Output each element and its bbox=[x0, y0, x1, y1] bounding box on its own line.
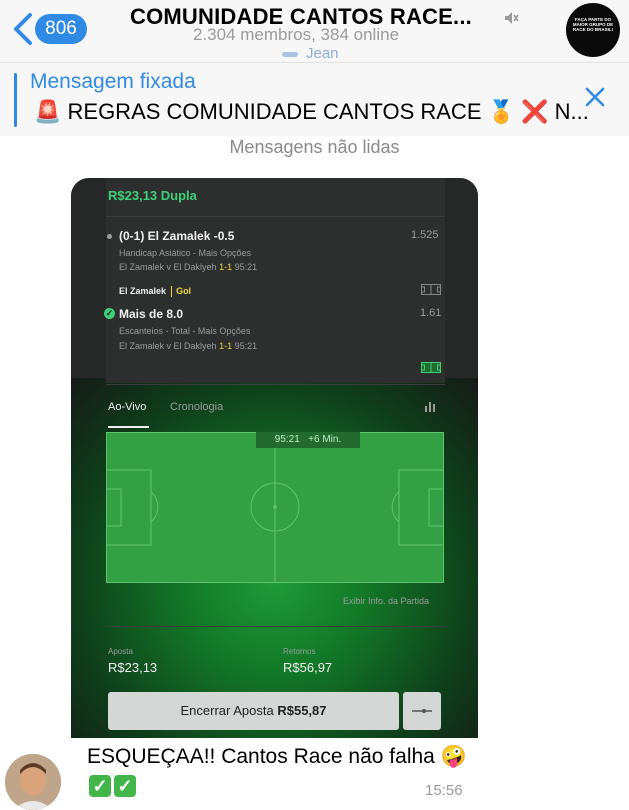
sel2-title: Mais de 8.0 bbox=[119, 307, 184, 321]
sel2-score: 1-1 bbox=[219, 341, 233, 351]
sel1-event-label: Gol bbox=[176, 286, 192, 296]
slider-icon bbox=[412, 709, 432, 713]
cashout-button[interactable]: Encerrar Aposta R$55,87 bbox=[108, 692, 399, 730]
divider bbox=[106, 384, 445, 385]
tab-ao-vivo[interactable]: Ao-Vivo bbox=[108, 401, 146, 413]
stake-label: Aposta bbox=[108, 647, 133, 656]
returns-value: R$56,97 bbox=[283, 660, 333, 675]
back-unread-badge[interactable]: 806 bbox=[35, 14, 87, 44]
typing-user: Jean bbox=[306, 45, 339, 62]
sel2-market: Escanteios - Total - Mais Opções bbox=[119, 326, 251, 336]
pinned-indicator bbox=[14, 73, 17, 127]
sel2-odds: 1.61 bbox=[420, 307, 442, 319]
check-emojis: ✓ ✓ bbox=[89, 775, 139, 797]
bet-card bbox=[106, 178, 445, 383]
bet-header: R$23,13 Dupla bbox=[108, 188, 197, 203]
sel1-teams: El Zamalek v El Daklyeh bbox=[119, 262, 217, 272]
edit-bet-button[interactable] bbox=[403, 692, 441, 730]
timer-added: +6 Min. bbox=[308, 434, 342, 445]
sel1-event: El Zamalek Gol bbox=[119, 286, 192, 298]
sel1-title: (0-1) El Zamalek -0.5 bbox=[119, 229, 235, 243]
cashout-label: Encerrar Aposta bbox=[180, 703, 274, 718]
unread-divider: Mensagens não lidas bbox=[229, 137, 400, 157]
pitch-live-icon bbox=[421, 362, 441, 373]
sel1-market: Handicap Asiático - Mais Opções bbox=[119, 248, 252, 258]
back-chevron-icon[interactable] bbox=[10, 12, 38, 46]
message-time: 15:56 bbox=[425, 782, 463, 799]
pending-dot-icon bbox=[107, 234, 112, 239]
sel1-match: El Zamalek v El Daklyeh 1-1 95:21 bbox=[119, 262, 257, 272]
tab-cronologia[interactable]: Cronologia bbox=[170, 401, 223, 413]
group-avatar[interactable]: FAÇA PARTE DO MAIOR GRUPO DE RACE DO BRA… bbox=[566, 3, 620, 57]
mute-icon bbox=[505, 12, 519, 24]
sel1-odds: 1.525 bbox=[411, 229, 439, 241]
sel2-clock: 95:21 bbox=[234, 341, 258, 351]
match-timer: 95:21 +6 Min. bbox=[256, 432, 360, 448]
check-mark-icon: ✓ bbox=[89, 775, 111, 797]
tab-active-indicator bbox=[108, 426, 149, 428]
pitch-lines bbox=[106, 432, 444, 583]
sender-avatar[interactable] bbox=[5, 754, 61, 810]
sel1-clock: 95:21 bbox=[234, 262, 258, 272]
typing-dots-icon bbox=[282, 51, 298, 57]
won-check-icon: ✓ bbox=[104, 308, 115, 319]
group-avatar-text: FAÇA PARTE DO MAIOR GRUPO DE RACE DO BRA… bbox=[572, 17, 614, 32]
sel1-score: 1-1 bbox=[219, 262, 233, 272]
pinned-title: Mensagem fixada bbox=[30, 70, 196, 93]
avatar-photo bbox=[5, 754, 61, 810]
divider bbox=[106, 216, 445, 217]
close-icon[interactable] bbox=[584, 86, 606, 108]
sel2-match: El Zamalek v El Daklyeh 1-1 95:21 bbox=[119, 341, 257, 351]
message-text: ESQUEÇAA!! Cantos Race não falha 🤪 bbox=[87, 745, 467, 768]
returns-label: Retornos bbox=[283, 647, 316, 656]
pinned-text: 🚨 REGRAS COMUNIDADE CANTOS RACE 🏅 ❌ N... bbox=[34, 99, 589, 124]
sel1-event-team: El Zamalek bbox=[119, 286, 167, 296]
divider bbox=[106, 626, 445, 627]
match-info-link[interactable]: Exibir Info. da Partida bbox=[343, 596, 429, 606]
timer-clock: 95:21 bbox=[274, 434, 300, 445]
pitch-icon bbox=[421, 284, 441, 295]
chat-member-count: 2.304 membros, 384 online bbox=[193, 25, 400, 44]
typing-indicator: Jean bbox=[282, 45, 339, 62]
sel2-teams: El Zamalek v El Daklyeh bbox=[119, 341, 217, 351]
check-mark-icon: ✓ bbox=[114, 775, 136, 797]
bet-screenshot-image[interactable]: R$23,13 Dupla (0-1) El Zamalek -0.5 1.52… bbox=[71, 178, 478, 743]
pinned-message-bar[interactable]: Mensagem fixada 🚨 REGRAS COMUNIDADE CANT… bbox=[0, 62, 629, 137]
stake-value: R$23,13 bbox=[108, 660, 158, 675]
stats-bar-icon[interactable] bbox=[424, 401, 435, 412]
cashout-value: R$55,87 bbox=[277, 703, 327, 718]
